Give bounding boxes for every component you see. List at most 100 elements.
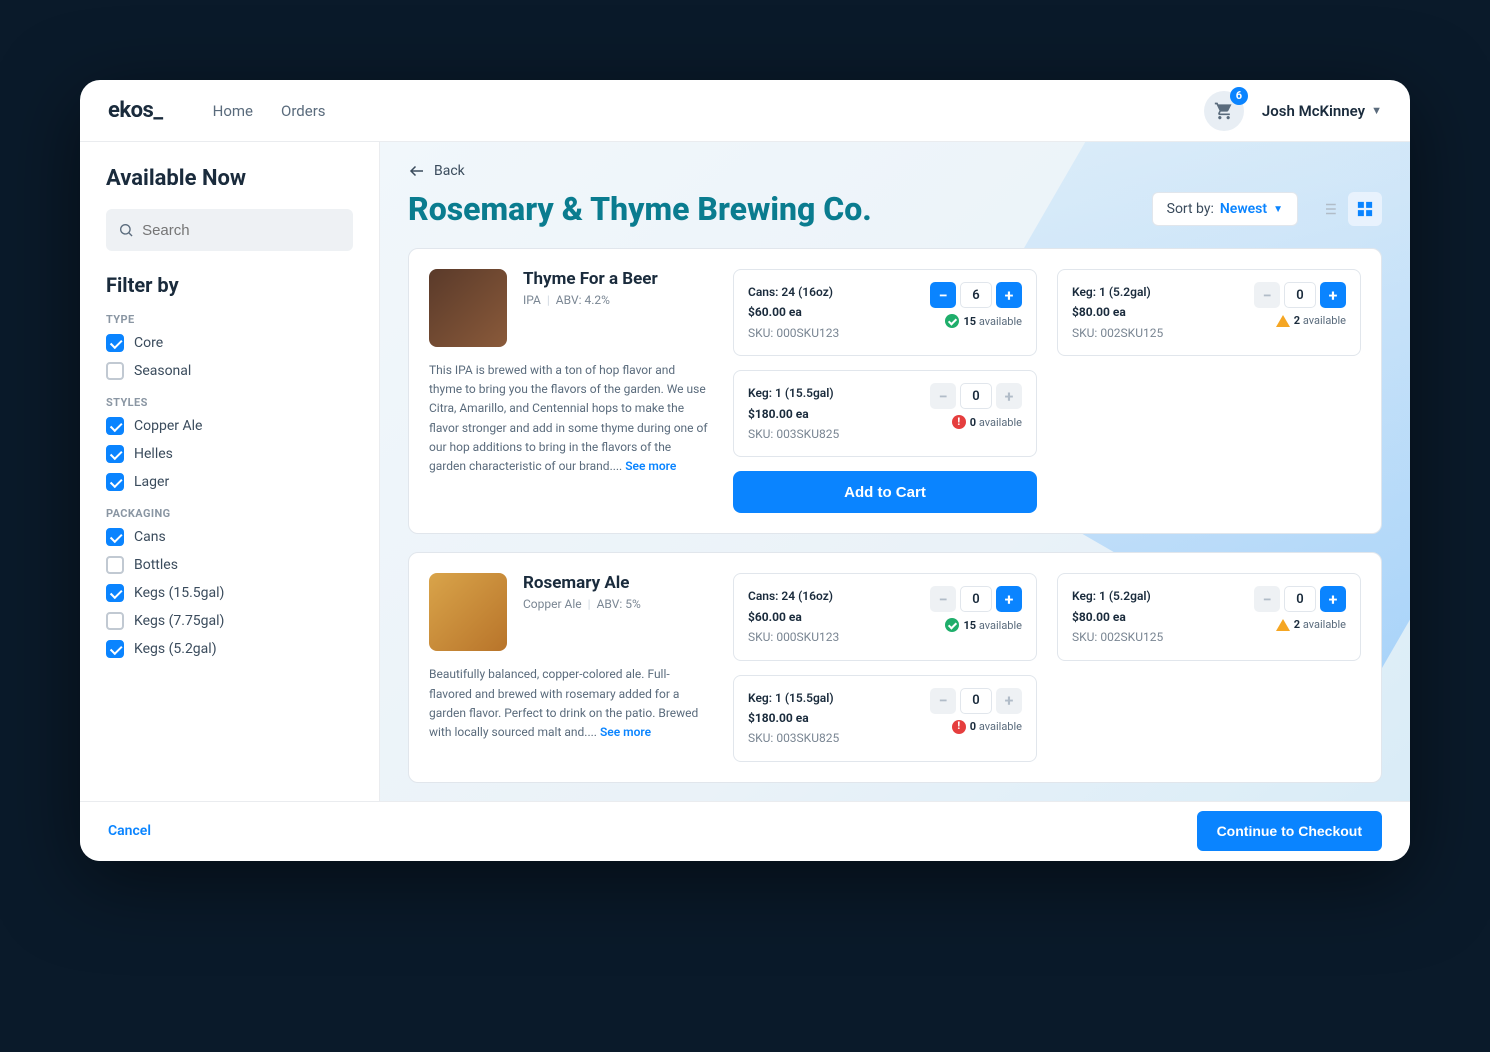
decrement-button[interactable]: − (930, 282, 956, 308)
nav-home[interactable]: Home (213, 102, 253, 120)
list-icon (1320, 200, 1338, 218)
increment-button[interactable]: + (1320, 282, 1346, 308)
increment-button[interactable]: + (996, 282, 1022, 308)
cart-icon (1214, 101, 1234, 121)
filter-group-label-packaging: PACKAGING (106, 507, 353, 520)
search-icon (118, 221, 134, 239)
filter-checkbox-styles-2[interactable]: Lager (106, 473, 353, 491)
filter-checkbox-packaging-0[interactable]: Cans (106, 528, 353, 546)
main-nav: Home Orders (213, 102, 326, 120)
variant-box: Cans: 24 (16oz)$60.00 eaSKU: 000SKU123 −0… (733, 573, 1037, 660)
filter-checkbox-packaging-3[interactable]: Kegs (7.75gal) (106, 612, 353, 630)
arrow-left-icon (408, 162, 426, 180)
quantity-value: 0 (960, 383, 992, 409)
checkbox-icon (106, 528, 124, 546)
check-circle-icon (945, 618, 959, 632)
error-icon: ! (952, 720, 966, 734)
topbar: ekos_ Home Orders 6 Josh McKinney ▼ (80, 80, 1410, 142)
cart-button[interactable]: 6 (1204, 91, 1244, 131)
filter-group-label-styles: STYLES (106, 396, 353, 409)
variant-box: Cans: 24 (16oz)$60.00 eaSKU: 000SKU123 −6… (733, 269, 1037, 356)
view-list-button[interactable] (1312, 192, 1346, 226)
increment-button[interactable]: + (996, 586, 1022, 612)
variant-sku: SKU: 002SKU125 (1072, 627, 1163, 647)
filter-checkbox-packaging-4[interactable]: Kegs (5.2gal) (106, 640, 353, 658)
variant-price: $80.00 ea (1072, 607, 1163, 627)
availability-badge: 15 available (945, 618, 1022, 632)
see-more-link[interactable]: See more (600, 725, 651, 739)
quantity-value: 0 (960, 688, 992, 714)
variant-sku: SKU: 000SKU123 (748, 627, 839, 647)
check-circle-icon (945, 314, 959, 328)
add-to-cart-button[interactable]: Add to Cart (733, 471, 1037, 513)
checkbox-label: Lager (134, 474, 169, 490)
quantity-value: 6 (960, 282, 992, 308)
variant-price: $60.00 ea (748, 302, 839, 322)
cancel-button[interactable]: Cancel (108, 823, 151, 839)
filter-checkbox-packaging-2[interactable]: Kegs (15.5gal) (106, 584, 353, 602)
checkbox-label: Helles (134, 446, 173, 462)
checkbox-icon (106, 362, 124, 380)
checkbox-label: Copper Ale (134, 418, 202, 434)
product-meta: IPA|ABV: 4.2% (523, 293, 658, 307)
back-label: Back (434, 163, 465, 179)
quantity-stepper: −0+ (930, 688, 1022, 714)
sort-label: Sort by: (1167, 201, 1214, 217)
availability-badge: 15 available (945, 314, 1022, 328)
back-button[interactable]: Back (408, 162, 1382, 180)
variant-title: Cans: 24 (16oz) (748, 282, 839, 302)
continue-to-checkout-button[interactable]: Continue to Checkout (1197, 811, 1382, 851)
checkbox-label: Cans (134, 529, 166, 545)
decrement-button: − (930, 586, 956, 612)
quantity-value: 0 (1284, 282, 1316, 308)
sidebar-title: Available Now (106, 166, 353, 191)
checkbox-icon (106, 417, 124, 435)
checkbox-icon (106, 612, 124, 630)
nav-orders[interactable]: Orders (281, 102, 326, 120)
checkbox-icon (106, 334, 124, 352)
checkbox-label: Kegs (5.2gal) (134, 641, 217, 657)
sort-value: Newest (1220, 201, 1267, 217)
filter-checkbox-packaging-1[interactable]: Bottles (106, 556, 353, 574)
sidebar: Available Now Filter by TYPECoreSeasonal… (80, 142, 380, 801)
filter-group-label-type: TYPE (106, 313, 353, 326)
product-description: Beautifully balanced, copper-colored ale… (429, 665, 709, 742)
variant-title: Cans: 24 (16oz) (748, 586, 839, 606)
user-menu[interactable]: Josh McKinney ▼ (1262, 102, 1382, 120)
checkbox-icon (106, 640, 124, 658)
variant-sku: SKU: 000SKU123 (748, 323, 839, 343)
checkbox-label: Kegs (7.75gal) (134, 613, 224, 629)
variant-sku: SKU: 003SKU825 (748, 424, 839, 444)
checkbox-label: Seasonal (134, 363, 191, 379)
body: Available Now Filter by TYPECoreSeasonal… (80, 142, 1410, 801)
user-name: Josh McKinney (1262, 102, 1365, 120)
variant-price: $60.00 ea (748, 607, 839, 627)
decrement-button: − (930, 688, 956, 714)
filter-checkbox-type-0[interactable]: Core (106, 334, 353, 352)
see-more-link[interactable]: See more (625, 459, 676, 473)
increment-button[interactable]: + (1320, 586, 1346, 612)
quantity-stepper: −0+ (930, 586, 1022, 612)
decrement-button: − (1254, 282, 1280, 308)
variant-title: Keg: 1 (5.2gal) (1072, 586, 1163, 606)
variant-box: Keg: 1 (5.2gal)$80.00 eaSKU: 002SKU125 −0… (1057, 573, 1361, 660)
filter-checkbox-styles-1[interactable]: Helles (106, 445, 353, 463)
app-window: ekos_ Home Orders 6 Josh McKinney ▼ Avai… (80, 80, 1410, 861)
filter-checkbox-styles-0[interactable]: Copper Ale (106, 417, 353, 435)
checkbox-icon (106, 584, 124, 602)
page-title: Rosemary & Thyme Brewing Co. (408, 190, 872, 228)
quantity-stepper: −0+ (1254, 586, 1346, 612)
increment-button: + (996, 383, 1022, 409)
variant-title: Keg: 1 (5.2gal) (1072, 282, 1163, 302)
checkbox-icon (106, 473, 124, 491)
checkbox-icon (106, 556, 124, 574)
search-box[interactable] (106, 209, 353, 251)
product-name: Thyme For a Beer (523, 269, 658, 289)
sort-dropdown[interactable]: Sort by: Newest ▼ (1152, 192, 1298, 226)
quantity-stepper: −0+ (930, 383, 1022, 409)
filter-checkbox-type-1[interactable]: Seasonal (106, 362, 353, 380)
view-grid-button[interactable] (1348, 192, 1382, 226)
variant-box: Keg: 1 (15.5gal)$180.00 eaSKU: 003SKU825… (733, 675, 1037, 762)
footer: Cancel Continue to Checkout (80, 801, 1410, 861)
search-input[interactable] (142, 222, 341, 239)
